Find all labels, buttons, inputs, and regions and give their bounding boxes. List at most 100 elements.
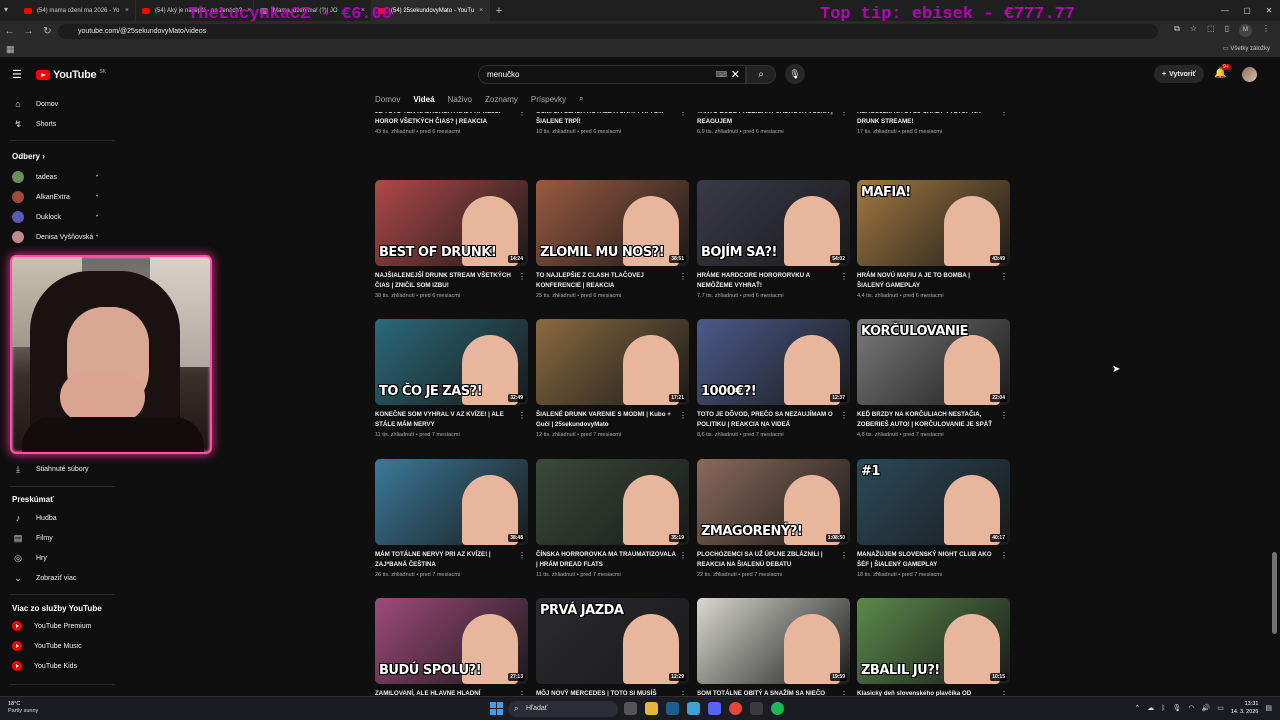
video-thumbnail[interactable]: 19:59: [697, 598, 850, 684]
video-thumbnail[interactable]: PRVÁ JAZDA 12:29: [536, 598, 689, 684]
video-title[interactable]: JE TOTO TEN NAJHORŠÍ A NAJVTIPNEJŠÍ HORO…: [375, 112, 515, 126]
sidebar-item-youtube-music[interactable]: YouTube Music: [12, 641, 82, 651]
notifications-button[interactable]: 🔔 9+: [1214, 64, 1231, 79]
task-view-icon[interactable]: [624, 702, 637, 715]
search-input[interactable]: menučko ⌨ ✕: [478, 65, 746, 84]
create-button[interactable]: + Vytvoriť: [1154, 65, 1204, 83]
tab-posts[interactable]: Príspevky: [531, 95, 566, 104]
channel-search-icon[interactable]: ⌕: [579, 94, 583, 104]
video-options-icon[interactable]: ⋮: [679, 411, 687, 420]
video-thumbnail[interactable]: ZLOMIL MU NOS?! 38:51: [536, 180, 689, 266]
windows-start-icon[interactable]: [490, 702, 503, 715]
video-options-icon[interactable]: ⋮: [1000, 411, 1008, 420]
video-title[interactable]: TO NAJLEPŠIE Z CLASH TLAČOVEJ KONFERENCI…: [536, 271, 676, 290]
new-tab-button[interactable]: +: [490, 5, 508, 17]
video-thumbnail[interactable]: BUDÚ SPOLU?! 27:13: [375, 598, 528, 684]
page-scrollbar[interactable]: [1272, 90, 1278, 696]
app-icon[interactable]: [687, 702, 700, 715]
video-card[interactable]: BOJÍM SA?! 54:02 HRÁME HARDCORE HORORORVKU…: [697, 180, 850, 299]
video-title[interactable]: TOTO JE DÔVOD, PREČO SA NEZAUJÍMAM O POL…: [697, 410, 837, 429]
mic-tray-icon[interactable]: 🎙: [1173, 704, 1182, 712]
clear-search-icon[interactable]: ✕: [731, 68, 740, 81]
sidebar-item-music[interactable]: ♪ Hudba: [12, 513, 57, 523]
subscriptions-heading[interactable]: Odbery ›: [12, 152, 45, 161]
video-options-icon[interactable]: ⋮: [840, 411, 848, 420]
hamburger-menu-icon[interactable]: ☰: [12, 68, 22, 81]
video-title[interactable]: ŠIALENÉ DRUNK VARENIE S MODMI | Kubo + G…: [536, 410, 676, 429]
video-card[interactable]: 35:19 ČÍNSKA HORROROVKA MA TRAUMATIZOVALA…: [536, 459, 689, 578]
video-options-icon[interactable]: ⋮: [518, 551, 526, 560]
video-title[interactable]: PLOCHOZEMCI SA UŽ ÚPLNE ZBLÁZNILI | REAK…: [697, 550, 837, 569]
video-options-icon[interactable]: ⋮: [1000, 272, 1008, 281]
video-options-icon[interactable]: ⋮: [840, 551, 848, 560]
video-title[interactable]: NAJŠIALENEJŠÍ DRUNK STREAM VŠETKÝCH ČIAS…: [375, 271, 515, 290]
profile-avatar[interactable]: M: [1239, 24, 1252, 37]
video-card[interactable]: TO ČO JE ZAS?! 32:49 KONEČNE SOM VYHRAL V …: [375, 319, 528, 438]
video-thumbnail[interactable]: BOJÍM SA?! 54:02: [697, 180, 850, 266]
video-thumbnail[interactable]: #1 40:17: [857, 459, 1010, 545]
video-title[interactable]: KONEČNE SOM VYHRAL V AZ KVÍZE! | ALE STÁ…: [375, 410, 515, 429]
tab-search-icon[interactable]: ▾: [4, 5, 8, 14]
video-thumbnail[interactable]: 35:19: [536, 459, 689, 545]
browser-tab[interactable]: (54) mama ožení ma 2026 - Yo ×: [18, 0, 136, 21]
video-title[interactable]: HRÁM NOVÚ MAFIU A JE TO BOMBA | ŠIALENÝ …: [857, 271, 997, 290]
video-card[interactable]: #1 40:17 MANAŽUJEM SLOVENSKÝ NIGHT CLUB AK…: [857, 459, 1010, 578]
video-thumbnail[interactable]: MAFIA! 43:49: [857, 180, 1010, 266]
discord-icon[interactable]: [708, 702, 721, 715]
video-title[interactable]: HRÁME HARDCORE HORORORVKU A NEMÔŽEME VYH…: [697, 271, 837, 290]
sidebar-item-movies[interactable]: ▤ Filmy: [12, 533, 53, 544]
sidebar-item-shorts[interactable]: ↯ Shorts: [12, 119, 56, 130]
wifi-icon[interactable]: ◠: [1188, 704, 1194, 712]
bluetooth-icon[interactable]: ᛒ: [1161, 705, 1165, 712]
more-icon[interactable]: ⋮: [1262, 24, 1270, 37]
video-title[interactable]: MÁM TOTÁLNE NERVY PRI AZ KVÍZE! | ZAJ*BA…: [375, 550, 515, 569]
sidebar-item-show-more[interactable]: ⌄ Zobraziť viac: [12, 573, 76, 584]
sidepanel-icon[interactable]: ▯: [1225, 24, 1229, 37]
battery-icon[interactable]: ▭: [1217, 704, 1224, 712]
video-thumbnail[interactable]: ZBALIL JU?! 10:15: [857, 598, 1010, 684]
video-card[interactable]: KORČULOVANIE 22:04 KEĎ BRZDY NA KORČULIACH…: [857, 319, 1010, 438]
video-card[interactable]: ZMAGORENÝ?! 1:08:50 PLOCHOZEMCI SA UŽ ÚPLN…: [697, 459, 850, 578]
back-icon[interactable]: ←: [0, 26, 19, 37]
cloud-icon[interactable]: ☁: [1147, 704, 1154, 712]
video-title[interactable]: KEĎ BRZDY NA KORČULIACH NESTAČIA, ZOBERI…: [857, 410, 997, 429]
obs-icon[interactable]: [750, 702, 763, 715]
video-title[interactable]: SOM TOTÁLNE OBITÝ A SNAŽÍM SA NIEČO: [697, 689, 837, 696]
video-options-icon[interactable]: ⋮: [840, 112, 848, 117]
video-card[interactable]: NIČ SI NEPAMATÁM!8:51REAGUJEM NA SVOJ CR…: [857, 112, 1010, 135]
sidebar-subscription[interactable]: Denisa Vyšňovská •: [12, 231, 98, 243]
video-thumbnail[interactable]: KORČULOVANIE 22:04: [857, 319, 1010, 405]
scrollbar-thumb[interactable]: [1272, 552, 1277, 634]
video-thumbnail[interactable]: 1000€?! 12:37: [697, 319, 850, 405]
video-title[interactable]: MANAŽUJEM SLOVENSKÝ NIGHT CLUB AKO ŠÉF |…: [857, 550, 997, 569]
weather-widget[interactable]: 18°C Partly sunny: [8, 701, 38, 715]
video-card[interactable]: BUDÚ SPOLU?! 27:13 ZAMILOVANÍ, ALE HLAVNE …: [375, 598, 528, 696]
youtube-logo[interactable]: YouTube SK: [36, 69, 106, 81]
video-title[interactable]: Klasický deň slovenského plavčíka OD: [857, 689, 997, 696]
video-title[interactable]: REAGUJEM NA SVOJ CRAZY VÝSTUP NA DRUNK S…: [857, 112, 997, 126]
video-card[interactable]: BEST OF DRUNK! 14:24 NAJŠIALENEJŠÍ DRUNK S…: [375, 180, 528, 299]
video-card[interactable]: 19:59 SOM TOTÁLNE OBITÝ A SNAŽÍM SA NIEČO…: [697, 598, 850, 696]
forward-icon[interactable]: →: [19, 26, 38, 37]
tab-videos[interactable]: Videá: [413, 95, 434, 104]
video-options-icon[interactable]: ⋮: [518, 411, 526, 420]
video-thumbnail[interactable]: 17:21: [536, 319, 689, 405]
bookmark-star-icon[interactable]: ☆: [1190, 24, 1197, 37]
all-bookmarks-button[interactable]: ▭ Všetky záložky: [1223, 45, 1270, 52]
sidebar-item-youtube-premium[interactable]: YouTube Premium: [12, 621, 91, 631]
video-title[interactable]: MÔJ NOVÝ MERCEDES | TOTO SI MUSÍŠ: [536, 689, 676, 696]
close-window-icon[interactable]: ✕: [1258, 0, 1280, 21]
sidebar-item-home[interactable]: ⌂ Domov: [12, 99, 58, 109]
taskbar-search-input[interactable]: ⌕ Hľadať: [508, 701, 618, 717]
chevron-up-icon[interactable]: ⌃: [1134, 704, 1140, 712]
sidebar-subscription[interactable]: Duklock •: [12, 211, 98, 223]
keyboard-icon[interactable]: ⌨: [715, 70, 727, 79]
video-thumbnail[interactable]: 38:48: [375, 459, 528, 545]
video-card[interactable]: ZBALIL JU?! 10:15 Klasický deň slovenského…: [857, 598, 1010, 696]
video-thumbnail[interactable]: ZMAGORENÝ?! 1:08:50: [697, 459, 850, 545]
chrome-icon[interactable]: [729, 702, 742, 715]
video-card[interactable]: PRVÁ JAZDA 12:29 MÔJ NOVÝ MERCEDES | TOTO …: [536, 598, 689, 696]
sidebar-item-games[interactable]: ◎ Hry: [12, 553, 47, 564]
maximize-icon[interactable]: ▢: [1236, 0, 1258, 21]
voice-search-button[interactable]: 🎙: [785, 64, 805, 84]
